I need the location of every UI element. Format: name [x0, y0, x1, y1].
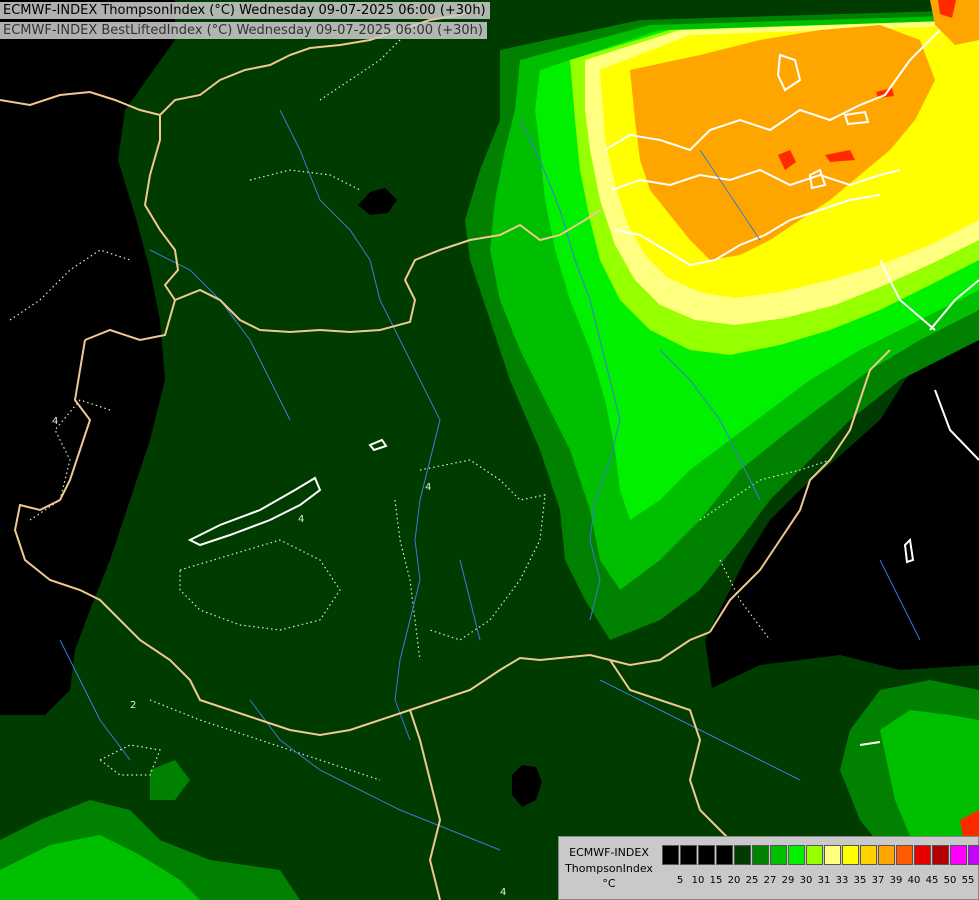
legend-swatch — [950, 845, 967, 865]
legend-tick-label: 39 — [889, 875, 903, 886]
legend-tick-label: 25 — [745, 875, 759, 886]
legend-tick-label: 20 — [727, 875, 741, 886]
legend-tick-label: 35 — [853, 875, 867, 886]
legend-tick-label: 30 — [799, 875, 813, 886]
legend-swatch — [734, 845, 751, 865]
legend-swatch — [716, 845, 733, 865]
legend-title-unit: °C — [602, 877, 616, 890]
map-title-best-lifted-index: ECMWF-INDEX BestLiftedIndex (°C) Wednesd… — [0, 22, 487, 39]
legend-tick-label: 31 — [817, 875, 831, 886]
legend-swatch — [824, 845, 841, 865]
legend-tick-label: 27 — [763, 875, 777, 886]
contour-label: 4 — [52, 416, 58, 427]
contour-label: 4 — [425, 482, 431, 493]
legend-swatch — [698, 845, 715, 865]
legend-swatch — [914, 845, 931, 865]
legend-ticks: 51015202527293031333537394045505560 — [662, 875, 979, 886]
legend-swatch — [842, 845, 859, 865]
weather-map[interactable]: 4 4 4 2 4 — [0, 0, 979, 900]
legend-tick-label: 50 — [943, 875, 957, 886]
legend-tick-label: 15 — [709, 875, 723, 886]
legend-swatch — [770, 845, 787, 865]
contour-label: 4 — [298, 514, 304, 525]
legend-swatch — [860, 845, 877, 865]
legend-swatch — [680, 845, 697, 865]
legend-tick-label: 40 — [907, 875, 921, 886]
legend-title-parameter: ThompsonIndex — [565, 862, 653, 875]
legend-tick-label: 45 — [925, 875, 939, 886]
legend-tick-label: 37 — [871, 875, 885, 886]
legend-tick-label: 33 — [835, 875, 849, 886]
legend-tick-label: 5 — [676, 875, 684, 886]
legend-swatch — [662, 845, 679, 865]
legend-swatch — [806, 845, 823, 865]
legend-swatch — [788, 845, 805, 865]
map-stage: 4 4 4 2 4 ECMWF-INDEX ThompsonIndex (°C)… — [0, 0, 979, 900]
legend-swatch — [932, 845, 949, 865]
legend-tick-label: 10 — [691, 875, 705, 886]
legend-swatch — [896, 845, 913, 865]
legend-swatch — [968, 845, 979, 865]
legend-swatches — [662, 845, 979, 865]
map-title-thompson-index: ECMWF-INDEX ThompsonIndex (°C) Wednesday… — [0, 2, 490, 19]
contour-label: 2 — [130, 700, 136, 711]
legend-tick-label: 29 — [781, 875, 795, 886]
legend-title-model: ECMWF-INDEX — [569, 846, 649, 859]
color-legend: ECMWF-INDEX ThompsonIndex °C 5 10 15 20 25 27… — [558, 836, 979, 900]
legend-swatch — [752, 845, 769, 865]
contour-label: 4 — [500, 887, 506, 898]
legend-swatch — [878, 845, 895, 865]
legend-tick-label: 55 — [961, 875, 975, 886]
